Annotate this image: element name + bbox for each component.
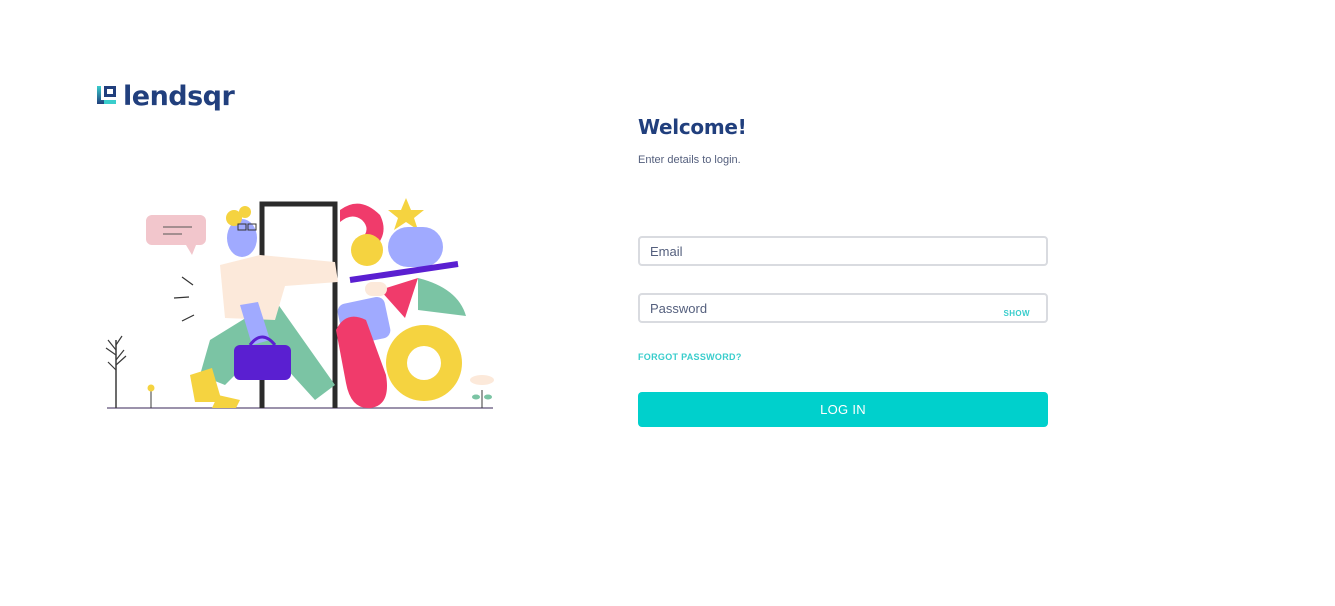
show-password-button[interactable]: SHOW	[1004, 309, 1031, 318]
lendsqr-logo-icon	[97, 86, 116, 104]
brand-logo: lendsqr	[96, 80, 235, 112]
email-input[interactable]	[640, 238, 1046, 264]
login-button[interactable]: LOG IN	[638, 392, 1048, 427]
login-form: Welcome! Enter details to login. SHOW FO…	[638, 112, 1048, 427]
forgot-password-link[interactable]: FORGOT PASSWORD?	[638, 352, 742, 362]
login-page: lendsqr Welcome! Enter details to login.…	[0, 0, 1335, 606]
password-field-wrapper: SHOW	[638, 293, 1048, 323]
login-subtitle: Enter details to login.	[638, 154, 741, 166]
email-field-wrapper	[638, 236, 1048, 266]
page-title: Welcome!	[638, 115, 747, 139]
password-input[interactable]	[640, 295, 1046, 321]
brand-name: lendsqr	[123, 80, 235, 112]
sign-in-illustration	[105, 198, 494, 409]
